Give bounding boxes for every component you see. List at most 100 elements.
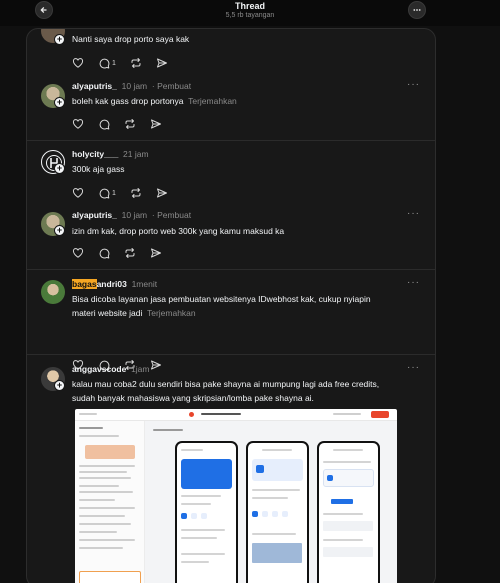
reply-button[interactable]: 1 <box>98 187 116 199</box>
post-meta: anggavscode 1jam <box>72 364 150 374</box>
image-detail <box>79 413 97 415</box>
timestamp: 1menit <box>131 279 158 289</box>
post-menu-button[interactable]: ··· <box>407 208 420 219</box>
image-detail <box>79 499 115 501</box>
brand-logo-icon <box>189 412 194 417</box>
image-detail <box>79 539 135 541</box>
image-detail <box>282 511 288 517</box>
plus-icon[interactable]: + <box>54 97 65 108</box>
image-detail <box>252 511 258 517</box>
repost-button[interactable] <box>124 118 136 130</box>
reply-button[interactable] <box>98 247 110 259</box>
avatar[interactable] <box>41 280 65 304</box>
author-tag: · Pembuat <box>151 81 192 91</box>
reply-count: 1 <box>112 189 116 197</box>
share-button[interactable] <box>156 187 168 199</box>
plus-icon[interactable]: + <box>54 225 65 236</box>
image-detail <box>177 443 236 583</box>
post-actions <box>72 117 176 131</box>
translate-link[interactable]: Terjemahkan <box>147 308 196 318</box>
image-detail <box>191 513 197 519</box>
image-detail <box>79 491 133 493</box>
reply-button[interactable] <box>98 118 110 130</box>
image-detail <box>323 539 363 541</box>
comment-icon <box>99 188 110 199</box>
post-meta: alyaputris_ 10 jam · Pembuat <box>72 210 191 220</box>
share-button[interactable] <box>150 359 162 371</box>
post-image[interactable] <box>75 409 397 583</box>
image-detail <box>323 521 373 531</box>
divider <box>27 140 435 141</box>
image-detail <box>79 465 135 467</box>
image-detail <box>181 459 232 489</box>
top-bar: Thread 5,5 rb tayangan <box>0 0 500 26</box>
like-button[interactable] <box>72 118 84 130</box>
image-chat-panel <box>75 421 145 583</box>
image-detail <box>333 413 361 415</box>
image-detail <box>319 443 378 583</box>
repost-button[interactable] <box>130 187 142 199</box>
share-button[interactable] <box>156 57 168 69</box>
post-menu-button[interactable]: ··· <box>407 277 420 288</box>
image-phone <box>246 441 309 583</box>
image-detail <box>252 489 300 491</box>
send-icon <box>156 188 167 198</box>
plus-icon[interactable]: + <box>54 163 65 174</box>
repost-button[interactable] <box>130 57 142 69</box>
translate-link[interactable]: Terjemahkan <box>188 96 237 106</box>
like-button[interactable] <box>72 57 84 69</box>
post-text-line: materi website jadi Terjemahkan <box>72 306 427 320</box>
username[interactable]: holycity___ <box>72 149 118 159</box>
image-detail <box>252 497 288 499</box>
repost-icon <box>131 188 141 198</box>
post-text: Bisa dicoba layanan jasa pembuatan websi… <box>72 292 427 320</box>
heart-icon <box>72 58 84 68</box>
image-detail <box>79 547 123 549</box>
image-detail <box>181 503 211 505</box>
like-button[interactable] <box>72 247 84 259</box>
plus-icon[interactable]: + <box>54 380 65 391</box>
image-detail <box>371 411 389 418</box>
repost-button[interactable] <box>124 247 136 259</box>
post-text: kalau mau coba2 dulu sendiri bisa pake s… <box>72 377 427 405</box>
post-menu-button[interactable]: ··· <box>407 362 420 373</box>
image-phone <box>175 441 238 583</box>
post-actions: 1 <box>72 186 182 200</box>
image-preview-area <box>145 421 397 583</box>
image-detail <box>248 443 307 583</box>
image-detail <box>323 461 371 463</box>
comment-icon <box>99 58 110 69</box>
send-icon <box>151 248 161 258</box>
heart-icon <box>72 188 84 198</box>
post-text-line: kalau mau coba2 dulu sendiri bisa pake s… <box>72 379 380 389</box>
like-button[interactable] <box>72 187 84 199</box>
reply-button[interactable]: 1 <box>98 57 116 69</box>
image-detail <box>327 475 333 481</box>
image-detail <box>272 511 278 517</box>
image-detail <box>181 495 221 497</box>
post-meta: bagasandri03 1menit <box>72 279 157 289</box>
post-text: izin dm kak, drop porto web 300k yang ka… <box>72 226 285 236</box>
username[interactable]: anggavscode <box>72 364 126 374</box>
image-detail <box>323 547 373 557</box>
username[interactable]: alyaputris_ <box>72 210 117 220</box>
more-button[interactable] <box>408 1 426 19</box>
plus-icon[interactable]: + <box>54 34 65 45</box>
image-detail <box>333 449 363 451</box>
post-meta: holycity___ 21 jam <box>72 149 149 159</box>
username-rest: andri03 <box>96 279 127 289</box>
image-detail <box>323 513 363 515</box>
username[interactable]: alyaputris_ <box>72 81 117 91</box>
post-text-line: Bisa dicoba layanan jasa pembuatan websi… <box>72 294 371 304</box>
post-menu-button[interactable]: ··· <box>407 79 420 90</box>
image-detail <box>201 413 241 415</box>
image-detail <box>79 515 125 517</box>
share-button[interactable] <box>150 118 162 130</box>
comment-icon <box>99 119 110 130</box>
username[interactable]: bagasandri03 <box>72 279 127 289</box>
share-button[interactable] <box>150 247 162 259</box>
timestamp: 10 jam <box>121 81 148 91</box>
image-detail <box>79 523 131 525</box>
divider <box>27 354 435 355</box>
post-actions: 1 <box>72 56 182 70</box>
